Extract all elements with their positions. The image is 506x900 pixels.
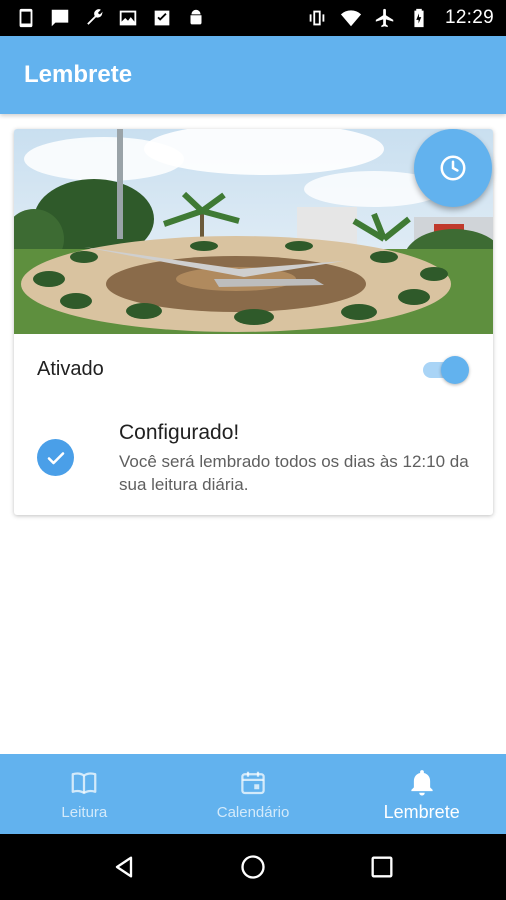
nav-item-leitura[interactable]: Leitura <box>0 754 169 834</box>
reminder-card: Ativado Configurado! Você será lembrado … <box>14 129 493 515</box>
vibrate-icon <box>305 6 329 30</box>
status-title: Configurado! <box>119 421 240 444</box>
phone-icon <box>14 6 38 30</box>
notification-icons <box>14 6 208 30</box>
recents-button[interactable] <box>362 847 402 887</box>
check-circle-icon <box>37 439 74 476</box>
airplane-icon <box>373 6 397 30</box>
status-bar: 12:29 <box>0 0 506 36</box>
clock: 12:29 <box>444 7 494 28</box>
home-icon <box>241 855 265 879</box>
switch-thumb <box>441 356 469 384</box>
nav-label-lembrete: Lembrete <box>383 802 460 822</box>
reminder-status: Configurado! Você será lembrado todos os… <box>14 419 493 499</box>
back-button[interactable] <box>104 847 144 887</box>
recents-icon <box>371 856 393 878</box>
message-icon <box>48 6 72 30</box>
wrench-icon <box>82 6 106 30</box>
home-button[interactable] <box>233 847 273 887</box>
bottom-navigation: Leitura Calendário Lembrete <box>0 754 506 834</box>
battery-charging-icon <box>407 6 431 30</box>
wifi-icon <box>339 6 363 30</box>
calendar-icon <box>241 771 265 795</box>
check-icon <box>150 6 174 30</box>
android-icon <box>184 6 208 30</box>
book-icon <box>71 772 97 795</box>
system-icons: 12:29 <box>305 6 494 30</box>
toggle-label: Ativado <box>37 357 104 380</box>
set-time-button[interactable] <box>414 129 492 207</box>
nav-item-lembrete[interactable]: Lembrete <box>337 754 506 834</box>
nav-label-calendario: Calendário <box>216 804 290 821</box>
system-navigation-bar <box>0 834 506 900</box>
nav-item-calendario[interactable]: Calendário <box>169 754 338 834</box>
status-description: Você será lembrado todos os dias às 12:1… <box>119 452 469 494</box>
page-title: Lembrete <box>24 61 133 88</box>
back-icon <box>116 856 133 878</box>
image-icon <box>116 6 140 30</box>
bell-icon <box>411 770 433 796</box>
clock-icon <box>440 155 466 181</box>
reminder-toggle-row[interactable]: Ativado <box>14 334 493 404</box>
app-bar: Lembrete <box>0 36 506 114</box>
nav-label-leitura: Leitura <box>61 804 108 821</box>
reminder-toggle-switch[interactable] <box>419 354 471 384</box>
